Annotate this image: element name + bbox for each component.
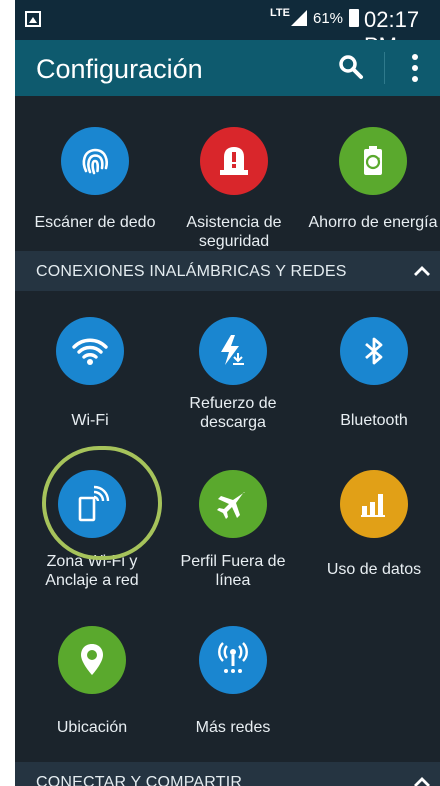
setting-label: Perfil Fuera de línea [180,553,286,589]
setting-label: Bluetooth [340,412,408,429]
battery-percent: 61% [313,10,344,27]
quick-setting-power-saving[interactable]: Ahorro de energía [303,127,440,232]
quick-setting-fingerprint[interactable]: Escáner de dedo [25,127,165,232]
app-bar: Configuración [15,40,440,96]
quick-setting-label: Asistencia de seguridad [186,214,282,250]
chevron-up-icon[interactable] [413,265,431,277]
section-header-wireless[interactable]: CONEXIONES INALÁMBRICAS Y REDES [15,251,440,291]
setting-more-networks[interactable]: Más redes [163,626,303,737]
setting-label: Ubicación [56,719,128,736]
quick-setting-label: Escáner de dedo [34,214,156,231]
siren-icon [200,127,268,195]
setting-label: Uso de datos [326,561,422,578]
wifi-icon [56,317,124,385]
settings-screen: LTE 61% 02:17 PM Configuración Escáner d… [15,0,440,786]
setting-bluetooth[interactable]: Bluetooth [304,317,440,430]
battery-icon [349,9,359,27]
section-title: CONEXIONES INALÁMBRICAS Y REDES [36,263,347,280]
more-vert-icon[interactable] [411,54,419,82]
page-title: Configuración [36,54,203,84]
quick-setting-safety-assistance[interactable]: Asistencia de seguridad [164,127,304,251]
chevron-up-icon[interactable] [413,776,431,786]
setting-label: Refuerzo de descarga [189,395,277,431]
fingerprint-icon [61,127,129,195]
setting-wifi[interactable]: Wi-Fi [20,317,160,430]
app-bar-divider [384,52,385,84]
bluetooth-icon [340,317,408,385]
gallery-notification-icon [25,11,41,27]
search-icon[interactable] [338,54,364,80]
status-bar: LTE 61% 02:17 PM [15,0,440,58]
setting-offline-profile[interactable]: Perfil Fuera de línea [163,470,303,590]
quick-setting-label: Ahorro de energía [308,214,438,231]
section-title: CONECTAR Y COMPARTIR [36,774,243,786]
download-booster-icon [199,317,267,385]
data-usage-icon [340,470,408,538]
setting-location[interactable]: Ubicación [22,626,162,737]
setting-label: Wi-Fi [71,412,109,429]
section-header-connect[interactable]: CONECTAR Y COMPARTIR [15,762,440,786]
setting-label: Más redes [195,719,271,736]
signal-icon [291,10,307,26]
network-type: LTE [270,7,290,19]
location-icon [58,626,126,694]
more-networks-icon [199,626,267,694]
setting-download-booster[interactable]: Refuerzo de descarga [163,317,303,432]
setting-data-usage[interactable]: Uso de datos [304,470,440,579]
hotspot-highlight-circle [42,446,162,560]
battery-saver-icon [339,127,407,195]
airplane-icon [199,470,267,538]
